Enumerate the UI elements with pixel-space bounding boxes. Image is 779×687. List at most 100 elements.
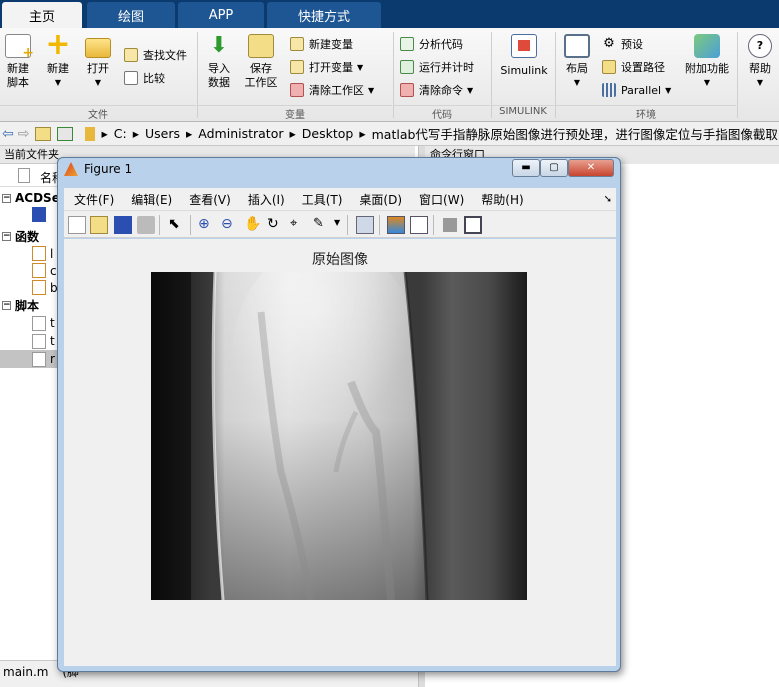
open-variable-label: 打开变量 <box>309 61 353 74</box>
preferences-button[interactable]: ⚙ 预设 <box>602 34 643 54</box>
new-variable-button[interactable]: 新建变量 <box>290 34 353 54</box>
menu-file[interactable]: 文件(F) <box>74 191 114 208</box>
tab-apps[interactable]: APP <box>178 2 264 28</box>
data-cursor-icon[interactable]: ⌖ <box>290 216 308 234</box>
path-separator: ▸ <box>289 126 296 141</box>
figure-title: Figure 1 <box>84 162 133 176</box>
menu-window[interactable]: 窗口(W) <box>419 191 464 208</box>
collapse-icon[interactable]: − <box>2 193 11 203</box>
print-icon[interactable] <box>137 216 155 234</box>
group-label-file: 文件 <box>0 105 196 121</box>
brush-icon[interactable]: ✎ <box>313 216 331 234</box>
tab-home-label: 主页 <box>28 9 55 25</box>
close-button[interactable]: ✕ <box>568 159 614 177</box>
list-item-label: l <box>50 246 54 261</box>
add-ons-label: 附加功能 <box>685 62 729 75</box>
browse-folder-icon[interactable] <box>57 126 74 141</box>
add-ons-button[interactable]: 附加功能 ▼ <box>682 34 732 90</box>
legend-icon[interactable] <box>410 216 428 234</box>
address-bar[interactable]: ⇦ ⇨ ▸ C: ▸ Users ▸ Administrator ▸ Deskt… <box>0 122 779 146</box>
tab-plots[interactable]: 绘图 <box>87 2 175 28</box>
minimize-icon: ▬ <box>521 162 531 173</box>
find-files-label: 查找文件 <box>143 49 187 62</box>
help-button[interactable]: ? 帮助 ▼ <box>742 34 778 90</box>
collapse-icon[interactable]: − <box>2 231 11 241</box>
up-folder-icon[interactable] <box>35 126 52 141</box>
maximize-button[interactable]: ▢ <box>540 159 568 177</box>
pointer-icon[interactable]: ⬉ <box>168 216 186 234</box>
path-crumb-drive[interactable]: C: <box>114 126 127 141</box>
simulink-icon <box>511 34 537 58</box>
save-icon[interactable] <box>114 216 132 234</box>
collapse-icon[interactable]: − <box>2 300 11 310</box>
rotate-3d-icon[interactable]: ↻ <box>267 216 285 234</box>
path-crumb-project[interactable]: matlab代写手指静脉原始图像进行预处理，进行图像定位与手指图像截取 <box>372 124 778 143</box>
new-figure-icon[interactable] <box>68 216 86 234</box>
chevron-down-icon: ▼ <box>357 62 364 72</box>
figure-toolbar: ⬉ ⊕ ⊖ ✋ ↻ ⌖ ✎ ▼ <box>64 210 616 238</box>
simulink-button[interactable]: Simulink <box>497 34 551 78</box>
menu-tools[interactable]: 工具(T) <box>302 191 343 208</box>
compare-button[interactable]: 比较 <box>124 68 165 88</box>
back-arrow-icon[interactable]: ⇦ <box>2 126 14 142</box>
new-variable-label: 新建变量 <box>309 38 353 51</box>
minimize-button[interactable]: ▬ <box>512 159 540 177</box>
chevron-down-icon[interactable]: ▼ <box>334 218 340 227</box>
compare-label: 比较 <box>143 72 165 85</box>
clear-workspace-button[interactable]: 清除工作区 ▼ <box>290 80 374 100</box>
path-crumb-desktop[interactable]: Desktop <box>302 126 354 141</box>
folder-icon <box>85 126 96 141</box>
menu-help[interactable]: 帮助(H) <box>481 191 523 208</box>
run-and-time-button[interactable]: 运行并计时 <box>400 57 474 77</box>
function-file-icon <box>32 246 46 261</box>
show-plot-tools-icon[interactable] <box>464 216 482 234</box>
layout-button[interactable]: 布局 ▼ <box>560 34 594 90</box>
save-workspace-icon <box>248 34 274 58</box>
zoom-out-icon[interactable]: ⊖ <box>221 216 239 234</box>
clear-commands-button[interactable]: 清除命令 ▼ <box>400 80 473 100</box>
tab-shortcuts[interactable]: 快捷方式 <box>267 2 381 28</box>
open-variable-button[interactable]: 打开变量 ▼ <box>290 57 363 77</box>
clear-commands-icon <box>400 83 414 97</box>
menu-desktop[interactable]: 桌面(D) <box>359 191 402 208</box>
open-file-icon[interactable] <box>90 216 108 234</box>
import-label-1: 导入 <box>208 62 230 75</box>
import-data-button[interactable]: ⬇ 导入 数据 <box>201 34 237 90</box>
new-button[interactable]: + 新建 ▼ <box>40 30 76 90</box>
link-plot-icon[interactable] <box>356 216 374 234</box>
menu-insert[interactable]: 插入(I) <box>248 191 285 208</box>
new-script-label-1: 新建 <box>7 62 29 75</box>
toolbar-separator <box>347 215 348 235</box>
analyze-code-icon <box>400 37 414 51</box>
group-label-simulink: SIMULINK <box>492 105 554 119</box>
path-crumb-users[interactable]: Users <box>145 126 180 141</box>
figure-canvas: 原始图像 <box>64 239 616 666</box>
new-script-label-2: 脚本 <box>7 76 29 89</box>
zoom-in-icon[interactable]: ⊕ <box>198 216 216 234</box>
menu-edit[interactable]: 编辑(E) <box>131 191 172 208</box>
pan-hand-icon[interactable]: ✋ <box>244 216 262 234</box>
gear-icon: ⚙ <box>603 36 615 51</box>
forward-arrow-icon[interactable]: ⇨ <box>18 126 30 142</box>
folder-icon <box>85 38 111 58</box>
find-files-button[interactable]: 查找文件 <box>124 45 187 65</box>
analyze-code-button[interactable]: 分析代码 <box>400 34 463 54</box>
figure-title-bar[interactable]: Figure 1 <box>64 162 132 176</box>
path-separator: ▸ <box>101 126 108 141</box>
menu-view[interactable]: 查看(V) <box>189 191 231 208</box>
function-file-icon <box>32 280 46 295</box>
save-workspace-button[interactable]: 保存 工作区 <box>240 34 282 90</box>
parallel-button[interactable]: Parallel ▼ <box>602 80 671 100</box>
list-item-label: t <box>50 334 55 348</box>
path-crumb-administrator[interactable]: Administrator <box>198 126 283 141</box>
chevron-down-icon: ▼ <box>703 78 711 87</box>
open-button[interactable]: 打开 ▼ <box>80 34 116 90</box>
tab-home[interactable]: 主页 <box>2 2 82 28</box>
set-path-button[interactable]: 设置路径 <box>602 57 665 77</box>
tree-group-title: ACDSe <box>15 191 60 205</box>
dock-arrow-icon[interactable]: ➘ <box>604 194 612 205</box>
new-script-button[interactable]: + 新建 脚本 <box>2 34 34 90</box>
colorbar-icon[interactable] <box>387 216 405 234</box>
group-label-code: 代码 <box>394 105 490 121</box>
hide-plot-tools-icon[interactable] <box>443 218 457 232</box>
